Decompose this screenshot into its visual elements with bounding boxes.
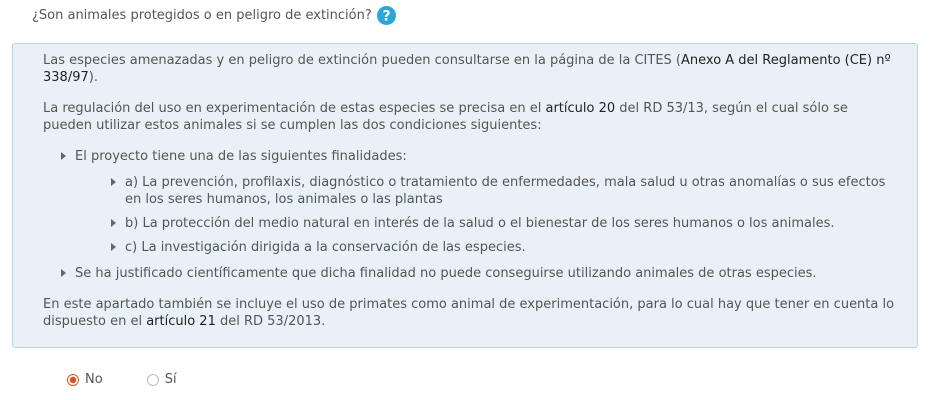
question-label: ¿Son animales protegidos o en peligro de… — [32, 5, 396, 25]
radio-no[interactable]: No — [67, 372, 103, 387]
radio-si-label[interactable]: Sí — [165, 372, 177, 387]
question-text: ¿Son animales protegidos o en peligro de… — [32, 7, 372, 23]
list-item: a) La prevención, profilaxis, diagnóstic… — [111, 174, 897, 208]
radio-no-label[interactable]: No — [85, 372, 103, 387]
caret-right-icon — [111, 178, 116, 186]
caret-right-icon — [111, 219, 116, 227]
list-item: b) La protección del medio natural en in… — [111, 215, 897, 232]
caret-right-icon — [111, 243, 116, 251]
purposes-list: a) La prevención, profilaxis, diagnóstic… — [75, 174, 897, 256]
svg-text:?: ? — [382, 8, 390, 24]
list-item: El proyecto tiene una de las siguientes … — [61, 148, 897, 256]
radio-checked-icon[interactable] — [67, 373, 79, 386]
question-circle-icon[interactable]: ? — [376, 5, 396, 25]
info-paragraph-regulation: La regulación del uso en experimentación… — [43, 101, 848, 133]
info-paragraph-cites: Las especies amenazadas y en peligro de … — [43, 53, 891, 85]
info-paragraph-primates: En este apartado también se incluye el u… — [43, 297, 895, 329]
conditions-list: El proyecto tiene una de las siguientes … — [43, 148, 897, 282]
radio-unchecked-icon[interactable] — [146, 373, 159, 386]
radio-si[interactable]: Sí — [146, 372, 177, 387]
caret-right-icon — [61, 152, 66, 160]
list-item: Se ha justificado científicamente que di… — [61, 265, 897, 282]
protected-species-options: No Sí — [67, 372, 177, 387]
caret-right-icon — [61, 269, 66, 277]
info-panel: Las especies amenazadas y en peligro de … — [12, 43, 918, 348]
list-item: c) La investigación dirigida a la conser… — [111, 239, 897, 256]
article-20-link[interactable]: artículo 20 — [546, 101, 616, 116]
article-21-link[interactable]: artículo 21 — [146, 314, 216, 329]
